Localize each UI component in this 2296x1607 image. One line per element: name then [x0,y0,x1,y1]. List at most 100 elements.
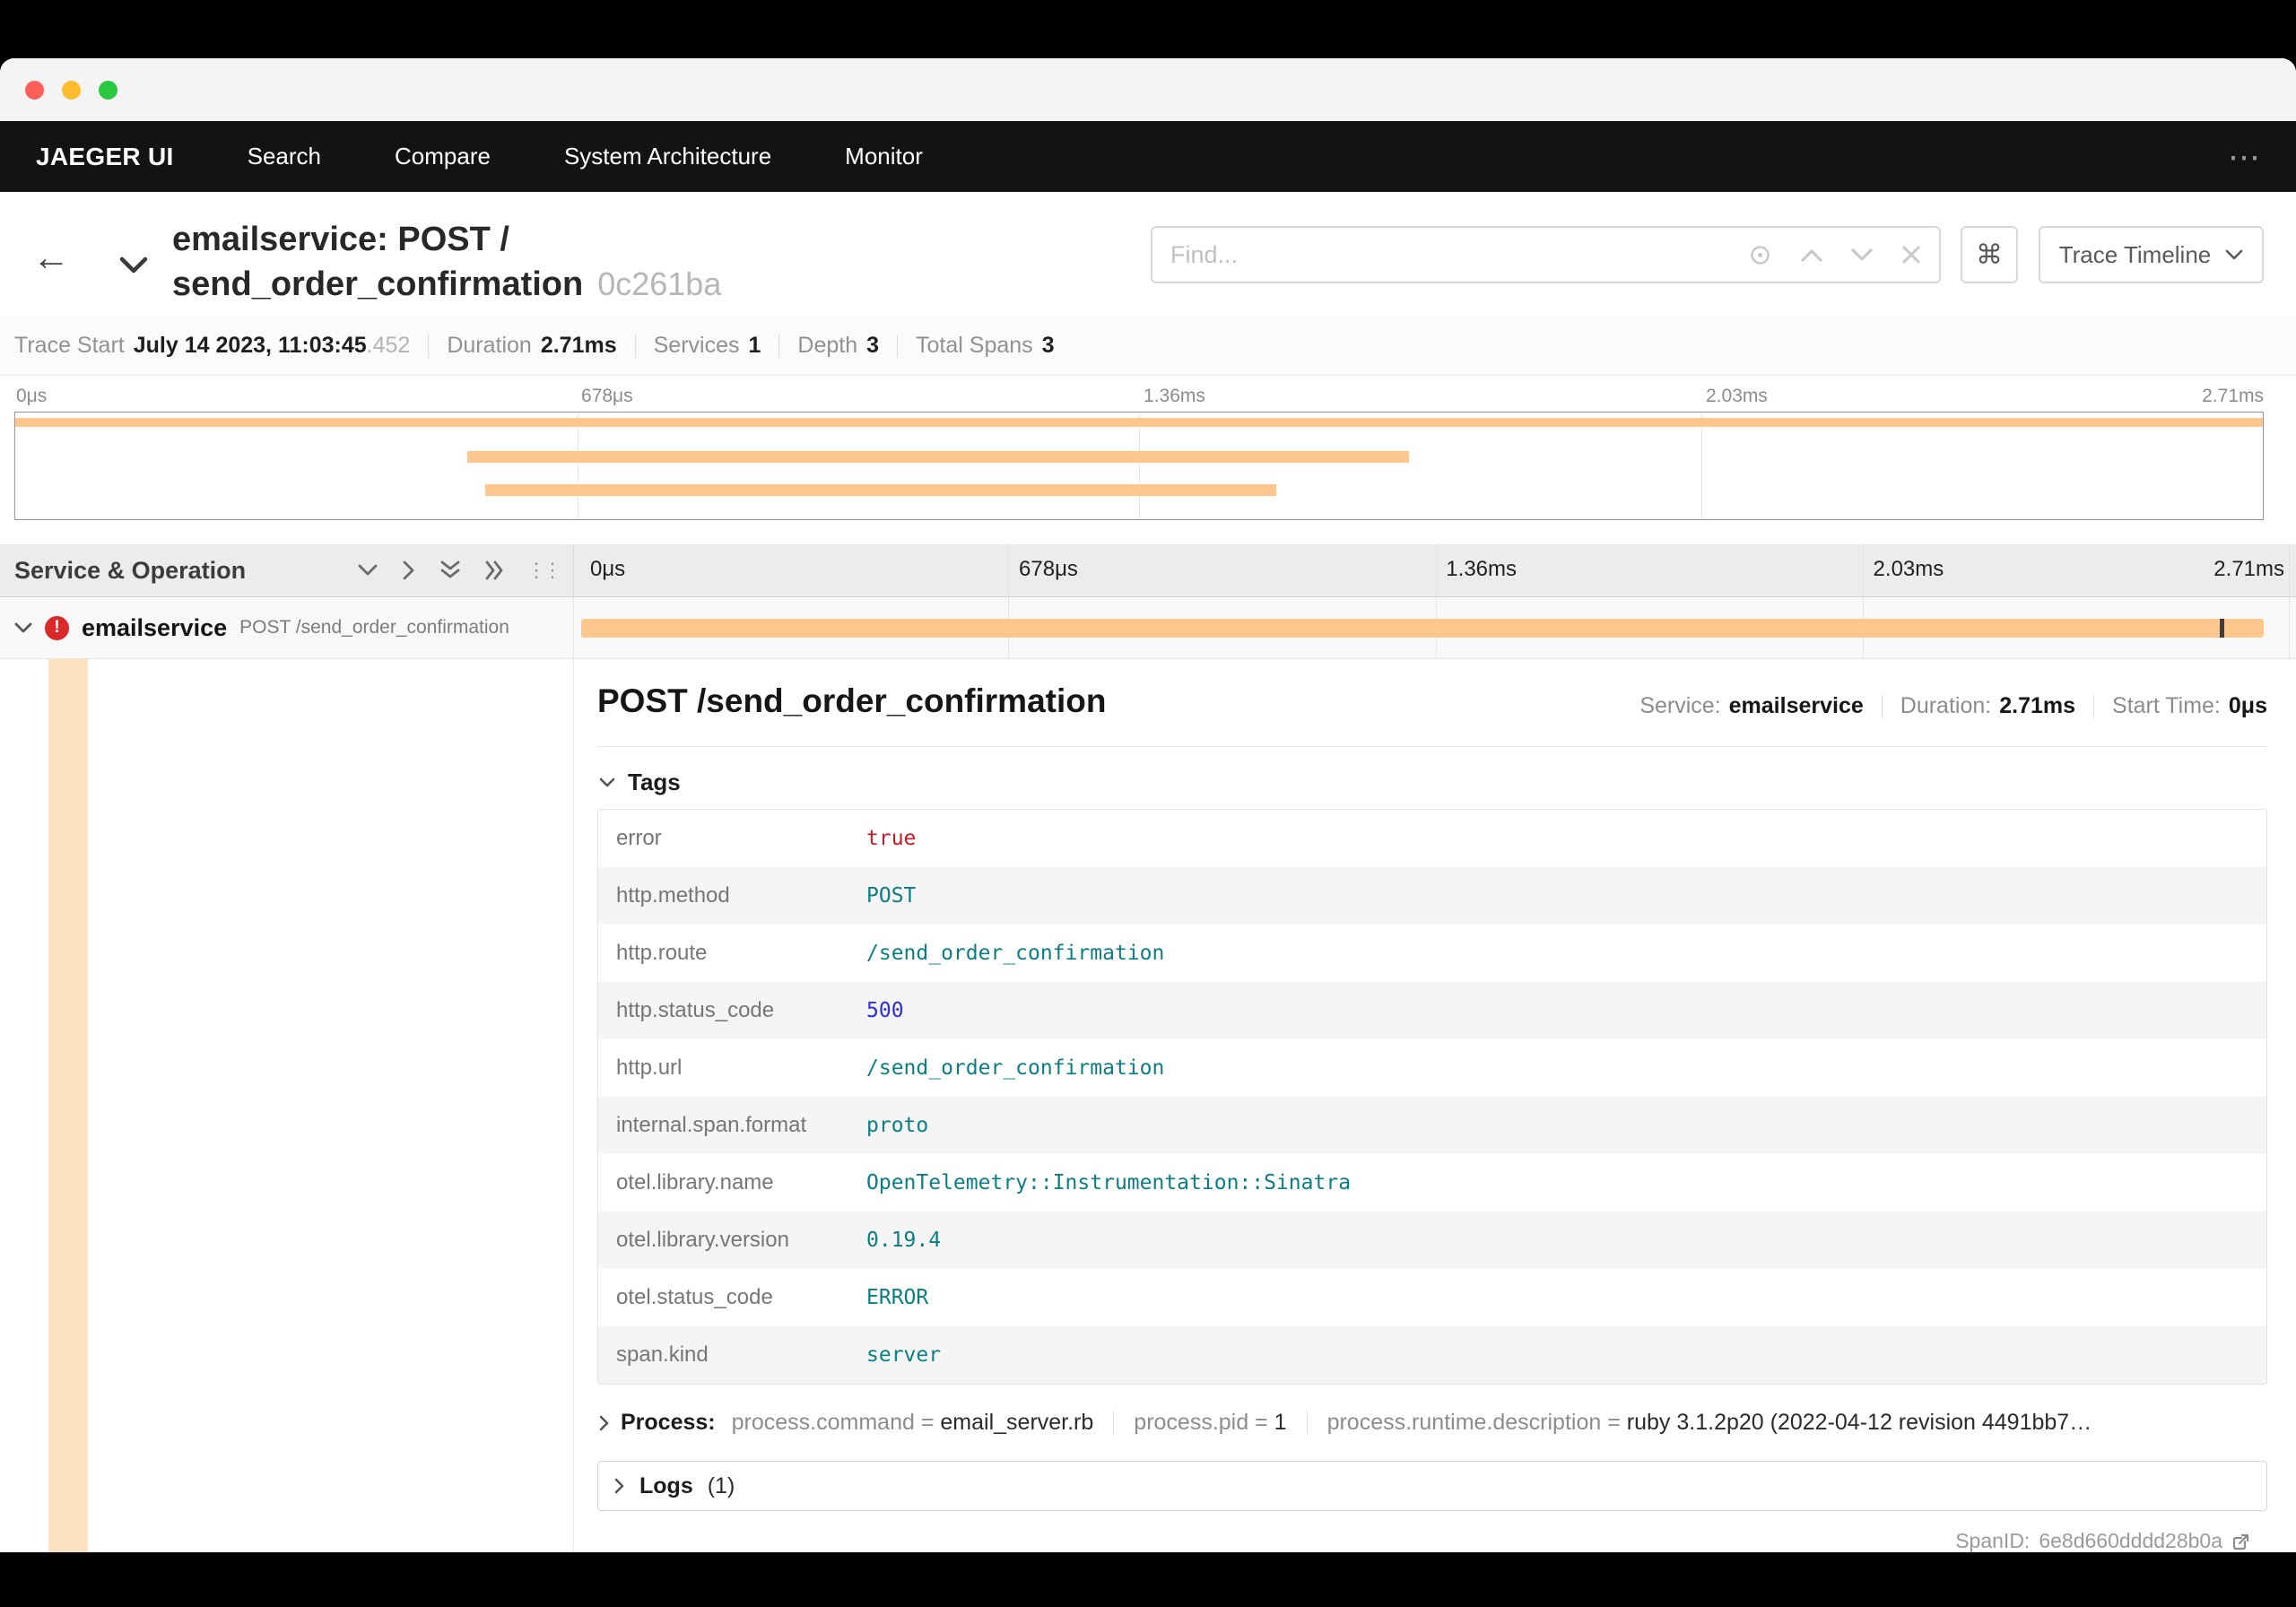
span-detail-panel: POST /send_order_confirmation Service: e… [597,659,2267,1552]
span-row-label[interactable]: ! emailservice POST /send_order_confirma… [0,597,574,658]
prev-result-chevron-up-icon[interactable] [1801,248,1822,262]
nav-overflow-icon[interactable]: ⋯ [2228,140,2260,172]
tick-label: 1.36ms [1144,386,1205,406]
process-runtime-description: process.runtime.description = ruby 3.1.2… [1326,1410,2092,1435]
find-placeholder: Find... [1170,240,1239,268]
span-duration-bar[interactable] [581,619,2265,638]
collapse-trace-chevron-icon[interactable] [119,256,148,274]
span-id: SpanID: 6e8d660dddd28b0a [1955,1529,2251,1552]
span-row-track[interactable] [581,597,2290,658]
trace-id: 0c261ba [597,265,722,302]
table-row[interactable]: otel.library.name OpenTelemetry::Instrum… [598,1154,2266,1212]
app-window: JAEGER UI Search Compare System Architec… [0,58,2296,1552]
tag-key: otel.library.version [616,1228,789,1252]
trace-services: Services 1 [653,333,761,358]
divider [2093,694,2095,718]
trace-summary-bar: Trace Start July 14 2023, 11:03:45.452 Du… [0,317,2296,376]
tag-key: span.kind [616,1342,709,1367]
nav-item-monitor[interactable]: Monitor [845,143,923,170]
gridline [1008,544,1010,596]
find-input[interactable]: Find... [1151,226,1941,283]
divider [778,334,780,358]
timeline-header-left: Service & Operation ⋮⋮ [0,544,574,596]
locate-icon[interactable] [1748,243,1772,267]
chevron-right-icon [614,1478,625,1494]
tag-value: proto [866,1114,929,1137]
tag-value: 500 [866,999,904,1022]
gridline [1700,413,1702,519]
chevron-down-icon [2225,249,2243,260]
table-row[interactable]: error true [598,810,2266,867]
nav-item-compare[interactable]: Compare [395,143,491,170]
tags-section-toggle[interactable]: Tags [597,769,2267,796]
meta-duration-label: Duration: [1900,693,1992,718]
divider [634,334,636,358]
span-id-label: SpanID: [1955,1529,2031,1552]
trace-start: Trace Start July 14 2023, 11:03:45.452 [14,333,411,358]
table-row[interactable]: otel.status_code ERROR [598,1269,2266,1326]
collapse-span-chevron-down-icon[interactable] [14,622,32,634]
minimap-span-bar [466,451,1409,463]
collapse-one-chevron-down-icon[interactable] [358,564,378,577]
zoom-window-button[interactable] [99,81,117,100]
back-button[interactable]: ← [32,239,70,276]
table-row[interactable]: http.url /send_order_confirmation [598,1039,2266,1097]
table-row[interactable]: span.kind server [598,1326,2266,1384]
trace-minimap[interactable] [14,412,2264,520]
close-window-button[interactable] [25,81,44,100]
minimap-tick-labels: 0μs 678μs 1.36ms 2.03ms 2.71ms [14,378,2264,412]
span-names-column [0,659,574,1552]
nav-item-search[interactable]: Search [248,143,321,170]
next-result-chevron-down-icon[interactable] [1851,248,1873,262]
minimize-window-button[interactable] [62,81,81,100]
tick-label: 0μs [590,557,626,581]
trace-view-selector-label: Trace Timeline [2058,240,2212,268]
error-icon: ! [45,615,69,640]
process-section-title: Process: [621,1410,716,1435]
tag-value: true [866,827,917,850]
find-icons [1748,243,1921,267]
deep-link-icon[interactable] [2231,1532,2251,1551]
trace-content: POST /send_order_confirmation Service: e… [0,659,2296,1552]
span-end-marker [2219,619,2224,638]
table-row[interactable]: http.status_code 500 [598,982,2266,1039]
expand-one-chevron-right-icon[interactable] [403,560,415,580]
tag-value: ERROR [866,1286,929,1309]
divider [897,334,899,358]
jaeger-topnav: JAEGER UI Search Compare System Architec… [0,121,2296,192]
tick-label: 0μs [16,386,48,406]
trace-depth: Depth 3 [797,333,880,358]
trace-title-line2: send_order_confirmation [172,265,584,303]
service-operation-header: Service & Operation [14,556,247,584]
trace-view-selector[interactable]: Trace Timeline [2039,226,2264,283]
jaeger-logo[interactable]: JAEGER UI [36,143,174,171]
tag-value: POST [866,884,917,908]
gridline [2289,597,2290,658]
trace-title-line1: emailservice: POST / [172,221,509,258]
table-row[interactable]: http.method POST [598,867,2266,925]
tick-label: 678μs [1019,557,1078,581]
span-row[interactable]: ! emailservice POST /send_order_confirma… [0,597,2296,659]
tag-key: http.status_code [616,998,775,1022]
tag-value: server [866,1343,942,1367]
macos-titlebar [0,58,2296,121]
keyboard-shortcuts-button[interactable]: ⌘ [1961,226,2018,283]
table-row[interactable]: http.route /send_order_confirmation [598,925,2266,982]
column-resizer-grip[interactable]: ⋮⋮ [526,559,562,582]
meta-service-value: emailservice [1728,693,1864,718]
span-detail-title: POST /send_order_confirmation [597,682,1107,719]
gridline [1862,544,1864,596]
collapse-all-double-chevron-down-icon[interactable] [440,560,460,580]
process-command: process.command = email_server.rb [731,1410,1094,1435]
table-row[interactable]: internal.span.format proto [598,1097,2266,1154]
tag-key: otel.library.name [616,1170,774,1194]
meta-start-time-label: Start Time: [2112,693,2221,718]
clear-search-icon[interactable] [1901,245,1921,265]
table-row[interactable]: otel.library.version 0.19.4 [598,1212,2266,1269]
process-section-toggle[interactable]: Process: process.command = email_server.… [597,1410,2267,1436]
expand-all-double-chevron-right-icon[interactable] [485,560,505,580]
span-service-name: emailservice [82,613,228,641]
trace-duration: Duration 2.71ms [447,333,617,358]
nav-item-system-architecture[interactable]: System Architecture [564,143,771,170]
logs-section-toggle[interactable]: Logs (1) [597,1461,2267,1511]
